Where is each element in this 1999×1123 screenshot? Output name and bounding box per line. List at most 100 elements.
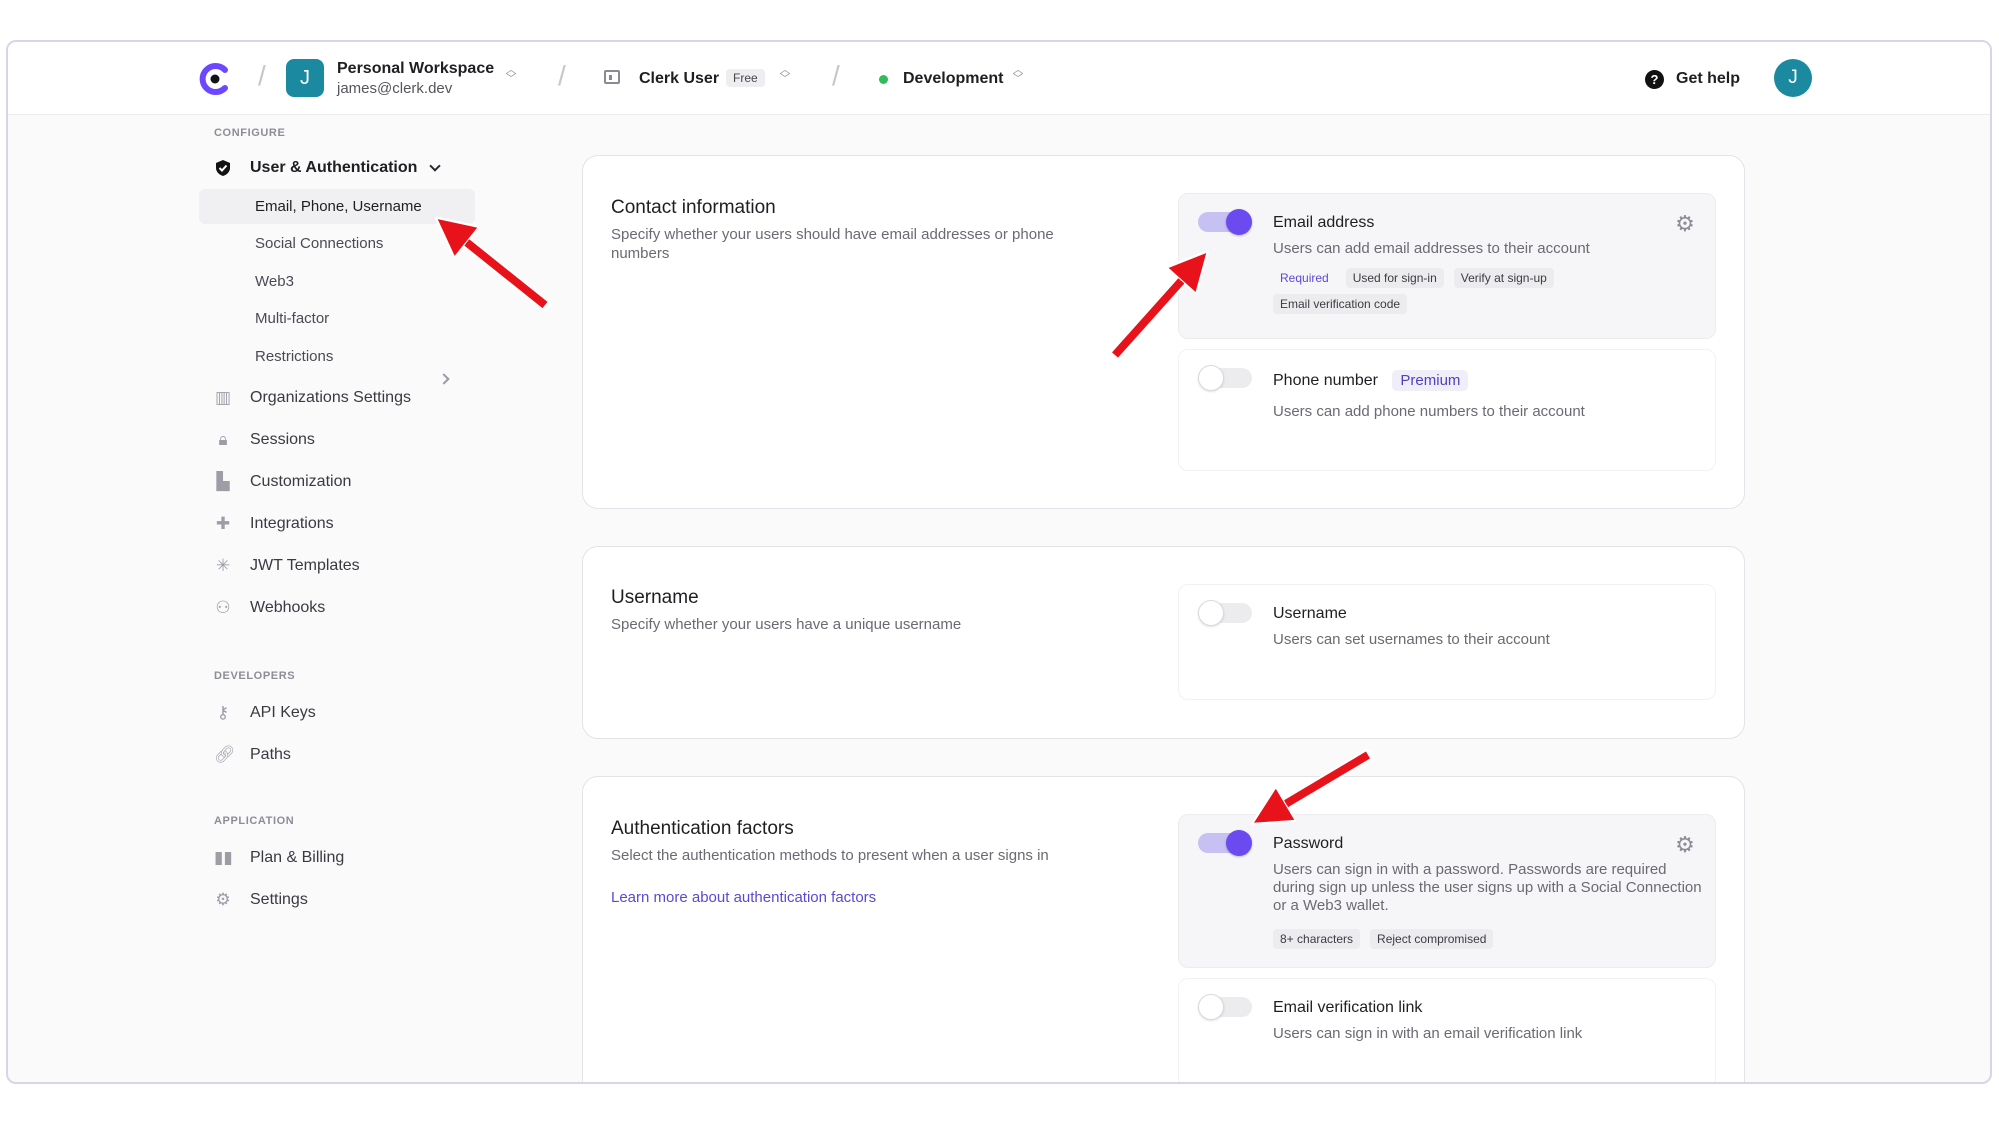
option-title-text: Phone number — [1273, 372, 1378, 389]
option-tags: 8+ characters Reject compromised — [1273, 929, 1693, 949]
tag-used-for-sign-in: Used for sign-in — [1345, 268, 1444, 288]
breadcrumb-separator: / — [832, 60, 840, 91]
card-description: Specify whether your users should have e… — [611, 226, 1054, 262]
tag-8-characters: 8+ characters — [1273, 929, 1361, 949]
brush-icon: ▙ — [216, 472, 230, 491]
clerk-logo-icon[interactable] — [198, 62, 232, 96]
password-option: Password Users can sign in with a passwo… — [1178, 814, 1716, 968]
tag-email-verification-code: Email verification code — [1273, 294, 1408, 314]
breadcrumb-separator: / — [258, 60, 266, 91]
sidebar-item-label: Sessions — [250, 431, 315, 448]
option-description: Users can set usernames to their account — [1273, 631, 1550, 648]
email-address-toggle[interactable] — [1198, 209, 1252, 235]
tag-verify-at-sign-up: Verify at sign-up — [1453, 268, 1554, 288]
jwt-icon: ✳ — [215, 556, 231, 575]
key-icon: ⚷ — [216, 703, 230, 722]
billing-icon: ▮▮ — [214, 848, 233, 867]
breadcrumb-separator: / — [558, 60, 566, 91]
contact-information-card: Contact information Specify whether your… — [582, 155, 1745, 509]
learn-more-link[interactable]: Learn more about authentication factors — [611, 889, 876, 906]
authentication-factors-card: Authentication factors Select the authen… — [582, 776, 1745, 1082]
username-toggle[interactable] — [1198, 600, 1252, 626]
card-title: Username — [611, 587, 699, 608]
sidebar-subitem-web3[interactable]: Web3 — [255, 273, 294, 290]
app-window: / J Personal Workspace james@clerk.dev ︿… — [6, 40, 1992, 1084]
environment-status-dot — [879, 75, 888, 84]
sidebar-item-user-authentication[interactable]: User & Authentication — [214, 152, 442, 184]
option-description: Users can sign in with an email verifica… — [1273, 1025, 1583, 1042]
email-verification-link-option: Email verification link Users can sign i… — [1178, 978, 1716, 1082]
tag-required: Required — [1280, 271, 1329, 285]
workspace-switcher-icon[interactable]: ︿ ﹀ — [505, 65, 517, 86]
get-help-link[interactable]: Get help — [1676, 70, 1740, 88]
gear-icon: ⚙ — [215, 890, 231, 909]
sidebar-item-label: Webhooks — [250, 599, 326, 616]
building-icon: ▥ — [214, 388, 232, 407]
link-icon: 🔗︎ — [214, 745, 236, 764]
username-card: Username Specify whether your users have… — [582, 546, 1745, 739]
section-label-developers: DEVELOPERS — [214, 670, 296, 682]
chevron-right-icon[interactable] — [438, 373, 450, 385]
sidebar-item-label: Paths — [250, 746, 291, 763]
webhook-icon: ⚇ — [215, 598, 231, 617]
sidebar-item-integrations[interactable]: ✚ Integrations — [214, 508, 334, 540]
sidebar-item-customization[interactable]: ▙ Customization — [214, 466, 351, 498]
sidebar-subitem-social-connections[interactable]: Social Connections — [255, 235, 383, 252]
username-option: Username Users can set usernames to thei… — [1178, 584, 1716, 700]
sidebar-item-label: Settings — [250, 891, 308, 908]
application-icon — [604, 70, 620, 84]
user-avatar[interactable]: J — [1774, 59, 1812, 97]
option-title: Password — [1273, 835, 1344, 852]
sidebar-item-organizations-settings[interactable]: ▥ Organizations Settings — [214, 382, 411, 414]
option-title: Email address — [1273, 214, 1375, 231]
toggle-knob — [1198, 994, 1224, 1020]
chevron-down-icon — [429, 159, 442, 172]
card-title: Contact information — [611, 197, 776, 218]
sidebar-item-jwt-templates[interactable]: ✳ JWT Templates — [214, 550, 360, 582]
section-label-application: APPLICATION — [214, 815, 295, 827]
application-switcher-icon[interactable]: ︿ ﹀ — [779, 65, 791, 86]
sidebar-item-settings[interactable]: ⚙ Settings — [214, 884, 308, 916]
email-verification-link-toggle[interactable] — [1198, 994, 1252, 1020]
sidebar-item-plan-billing[interactable]: ▮▮ Plan & Billing — [214, 842, 344, 874]
sidebar-item-label: User & Authentication — [250, 159, 418, 176]
option-description: Users can add email addresses to their a… — [1273, 240, 1590, 257]
help-icon[interactable]: ? — [1645, 70, 1664, 89]
sidebar-item-label: Integrations — [250, 515, 334, 532]
sidebar-item-webhooks[interactable]: ⚇ Webhooks — [214, 592, 325, 624]
workspace-email: james@clerk.dev — [337, 80, 453, 97]
phone-number-option: Phone number Premium Users can add phone… — [1178, 349, 1716, 471]
email-settings-gear-icon[interactable]: ⚙ — [1675, 213, 1695, 235]
option-description: Users can add phone numbers to their acc… — [1273, 403, 1585, 420]
sidebar-item-paths[interactable]: 🔗︎ Paths — [214, 739, 291, 771]
toggle-knob — [1198, 600, 1224, 626]
password-toggle[interactable] — [1198, 830, 1252, 856]
phone-number-toggle[interactable] — [1198, 365, 1252, 391]
top-bar: / J Personal Workspace james@clerk.dev ︿… — [8, 42, 1990, 115]
sidebar-item-api-keys[interactable]: ⚷ API Keys — [214, 697, 316, 729]
plan-badge: Free — [726, 69, 765, 87]
toggle-knob — [1226, 830, 1252, 856]
toggle-knob — [1226, 209, 1252, 235]
sidebar-item-label: API Keys — [250, 704, 316, 721]
sidebar-subitem-restrictions[interactable]: Restrictions — [255, 348, 333, 365]
password-settings-gear-icon[interactable]: ⚙ — [1675, 834, 1695, 856]
option-title: Username — [1273, 605, 1347, 622]
option-tags: Required Used for sign-in Verify at sign… — [1273, 268, 1693, 314]
sidebar-subitem-multi-factor[interactable]: Multi-factor — [255, 310, 329, 327]
sidebar-item-label: Organizations Settings — [250, 389, 411, 406]
sidebar-item-sessions[interactable]: 🔒︎ Sessions — [214, 424, 315, 456]
sidebar-item-label: Customization — [250, 473, 352, 490]
environment-switcher-icon[interactable]: ︿ ﹀ — [1012, 65, 1024, 86]
option-title: Email verification link — [1273, 999, 1423, 1016]
workspace-avatar[interactable]: J — [286, 59, 324, 97]
shield-check-icon — [216, 160, 230, 176]
lock-icon: 🔒︎ — [218, 430, 228, 449]
sidebar-item-label: Plan & Billing — [250, 849, 345, 866]
application-name[interactable]: Clerk User — [639, 70, 719, 88]
environment-name[interactable]: Development — [903, 70, 1003, 88]
option-title: Phone number Premium — [1273, 370, 1469, 391]
puzzle-icon: ✚ — [215, 514, 231, 533]
sidebar-subitem-email-phone-username[interactable]: Email, Phone, Username — [255, 198, 422, 215]
workspace-name[interactable]: Personal Workspace — [337, 60, 494, 78]
